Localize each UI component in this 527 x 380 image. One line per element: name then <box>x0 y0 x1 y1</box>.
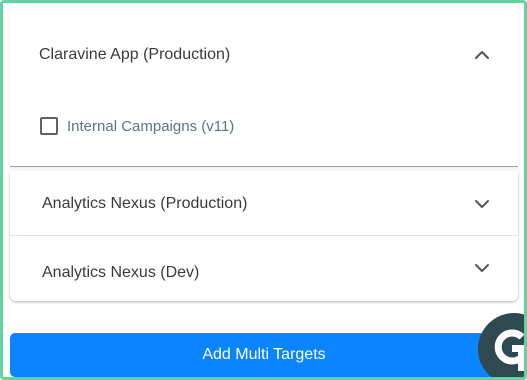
chat-widget-button[interactable] <box>478 313 524 377</box>
accordion-header-analytics-nexus-production[interactable]: Analytics Nexus (Production) <box>10 172 518 236</box>
collapsed-panels: Analytics Nexus (Production) Analytics N… <box>10 171 518 301</box>
chat-logo-icon <box>494 329 524 371</box>
chevron-down-icon[interactable] <box>474 260 490 276</box>
accordion-title: Claravine App (Production) <box>39 46 231 63</box>
accordion-title: Analytics Nexus (Dev) <box>42 264 200 281</box>
add-multi-targets-button[interactable]: Add Multi Targets <box>10 333 518 377</box>
option-label: Internal Campaigns (v11) <box>67 117 235 135</box>
chevron-up-icon[interactable] <box>474 47 490 63</box>
accordion-header-analytics-nexus-dev[interactable]: Analytics Nexus (Dev) <box>10 236 518 300</box>
accordion-header-claravine-app-production[interactable]: Claravine App (Production) <box>10 35 518 75</box>
accordion-panel-claravine-app-production: Claravine App (Production) Internal Camp… <box>10 7 518 167</box>
checkbox-internal-campaigns[interactable] <box>40 117 58 135</box>
option-internal-campaigns[interactable]: Internal Campaigns (v11) <box>40 117 234 135</box>
accordion-title: Analytics Nexus (Production) <box>42 195 248 212</box>
target-selector-frame: Claravine App (Production) Internal Camp… <box>0 0 527 380</box>
chevron-down-icon[interactable] <box>474 196 490 212</box>
